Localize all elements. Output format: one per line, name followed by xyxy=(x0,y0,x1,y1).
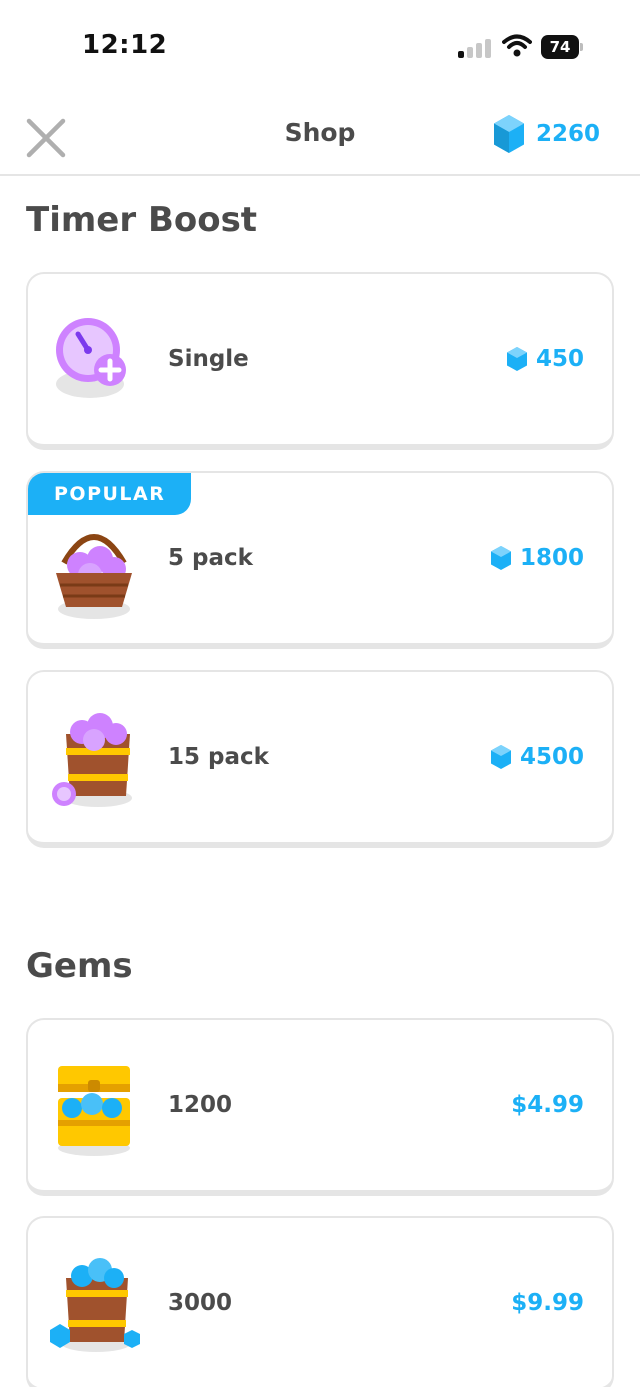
item-price-value: $9.99 xyxy=(511,1290,584,1316)
gem-chest-icon xyxy=(58,1066,130,1156)
gem-barrel-icon xyxy=(50,1258,140,1352)
item-label: 1200 xyxy=(168,1092,233,1118)
item-price-value: 4500 xyxy=(519,744,584,770)
gem-icon xyxy=(490,546,511,570)
timer-basket-icon xyxy=(56,534,132,619)
popular-badge: POPULAR xyxy=(28,473,192,515)
gem-icon xyxy=(506,347,527,371)
battery-level: 74 xyxy=(541,35,579,59)
cellular-signal-icon xyxy=(458,38,492,58)
item-price: 450 xyxy=(506,346,584,372)
gem-balance[interactable]: 2260 xyxy=(492,112,600,156)
item-price: $4.99 xyxy=(511,1092,584,1118)
item-price: $9.99 xyxy=(511,1290,584,1316)
item-label: Single xyxy=(168,346,249,372)
timer-barrel-icon xyxy=(52,713,132,807)
item-label: 15 pack xyxy=(168,744,269,770)
status-bar: 12:12 74 xyxy=(0,0,640,96)
shop-item-timer-single[interactable]: Single 450 xyxy=(26,272,614,450)
battery-icon: 74 xyxy=(541,35,583,59)
shop-item-timer-15-pack[interactable]: 15 pack 4500 xyxy=(26,670,614,848)
gem-icon xyxy=(493,115,524,153)
item-price-value: $4.99 xyxy=(511,1092,584,1118)
item-price: 4500 xyxy=(490,744,584,770)
gem-balance-value: 2260 xyxy=(535,121,600,147)
item-label: 5 pack xyxy=(168,545,253,571)
item-price-value: 1800 xyxy=(519,545,584,571)
shop-item-gems-1200[interactable]: 1200 $4.99 xyxy=(26,1018,614,1196)
section-title-gems: Gems xyxy=(26,946,133,986)
status-time: 12:12 xyxy=(82,30,168,60)
shop-header: Shop 2260 xyxy=(0,96,640,176)
shop-item-timer-5-pack[interactable]: POPULAR 5 pack 1800 xyxy=(26,471,614,649)
wifi-icon xyxy=(502,34,532,57)
item-label: 3000 xyxy=(168,1290,233,1316)
section-title-timer-boost: Timer Boost xyxy=(26,200,258,240)
gem-icon xyxy=(490,745,511,769)
shop-item-gems-3000[interactable]: 3000 $9.99 xyxy=(26,1216,614,1387)
item-price-value: 450 xyxy=(535,346,584,372)
item-price: 1800 xyxy=(490,545,584,571)
timer-single-icon xyxy=(56,318,126,398)
